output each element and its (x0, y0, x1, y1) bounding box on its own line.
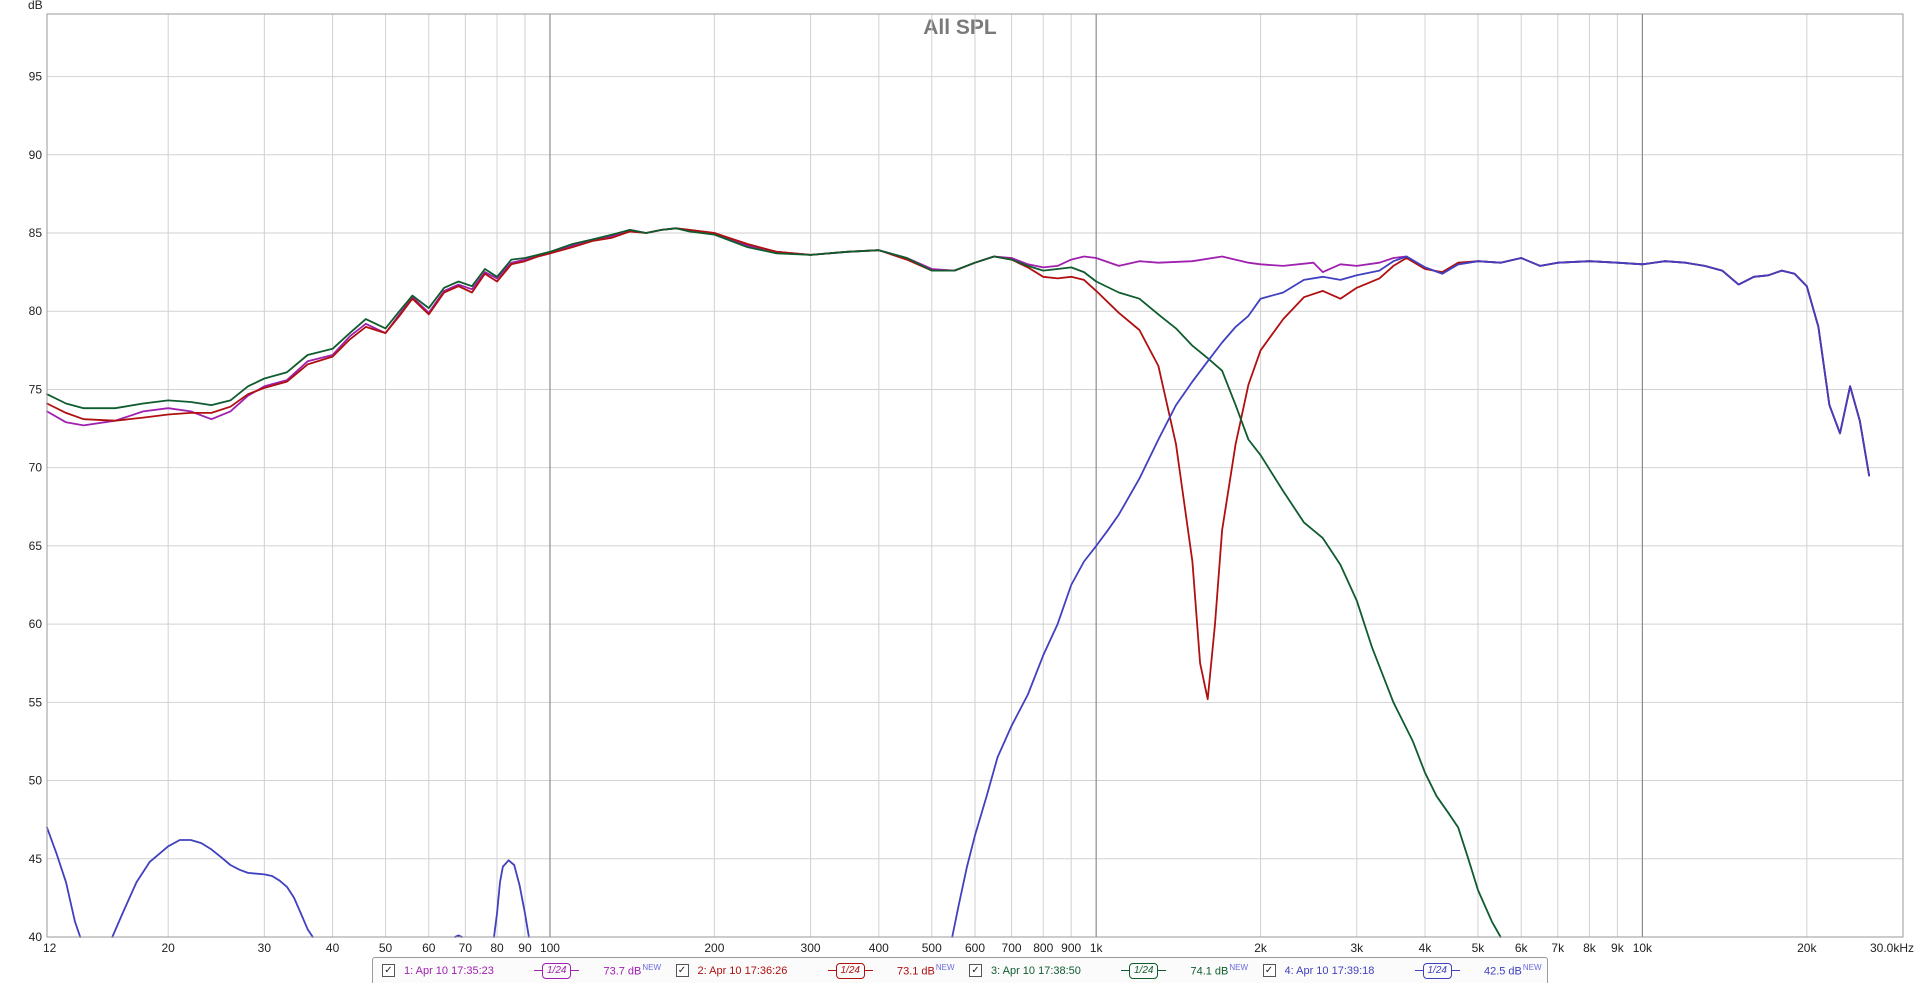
x-tick-label: 900 (1061, 941, 1081, 955)
x-tick-label: 4k (1419, 941, 1433, 955)
series-line-4 (46, 826, 82, 938)
legend-name-3: 3: Apr 10 17:38:50 (991, 964, 1081, 977)
legend-level-value-1: 73.7 dB (603, 965, 642, 978)
legend-level-2: 73.1 dBNEW (897, 963, 955, 978)
y-tick-label: 40 (29, 930, 43, 944)
smoothing-label-4: 1/24 (1422, 962, 1452, 979)
y-tick-label: 85 (29, 226, 43, 240)
smoothing-line-1b (571, 970, 580, 971)
x-tick-label: 5k (1472, 941, 1486, 955)
legend-new-tag-1: NEW (642, 963, 662, 973)
x-tick-label: 12 (43, 941, 57, 955)
x-tick-label: 60 (422, 941, 436, 955)
series-line-4 (493, 859, 530, 938)
x-tick-label: 400 (869, 941, 889, 955)
x-tick-label: 3k (1350, 941, 1364, 955)
smoothing-line-2 (827, 970, 836, 971)
x-tick-label: 20k (1797, 941, 1817, 955)
x-tick-label: 9k (1611, 941, 1625, 955)
y-tick-label: 50 (29, 774, 43, 788)
chart-grid (47, 14, 1903, 938)
smoothing-button-1[interactable]: 1/24 (534, 962, 580, 979)
y-tick-labels: 40 45 50 55 60 65 70 75 80 85 90 95 (29, 70, 43, 944)
y-tick-label: 55 (29, 695, 43, 709)
legend-item-2: ✓ 2: Apr 10 17:36:26 1/24 73.1 dBNEW (667, 958, 961, 983)
legend-level-value-3: 74.1 dB (1190, 965, 1229, 978)
x-tick-label: 1k (1090, 941, 1104, 955)
legend-new-tag-2: NEW (935, 963, 955, 973)
spl-chart[interactable]: All SPL dB 40 45 50 55 60 65 70 75 80 85 90 95 12 20… (0, 0, 1920, 957)
x-tick-label: 70 (459, 941, 473, 955)
x-tick-label: 600 (965, 941, 985, 955)
x-tick-label: 80 (490, 941, 504, 955)
legend-name-2: 2: Apr 10 17:36:26 (697, 964, 788, 977)
y-tick-label: 65 (29, 539, 43, 553)
x-tick-label: 500 (922, 941, 942, 955)
smoothing-label-2: 1/24 (835, 962, 865, 979)
series-curves (46, 227, 1870, 938)
x-tick-label: 30.0kHz (1870, 941, 1914, 955)
smoothing-button-4[interactable]: 1/24 (1414, 962, 1460, 979)
x-tick-label: 6k (1515, 941, 1529, 955)
x-tick-label: 100 (540, 941, 560, 955)
smoothing-line-4 (1414, 970, 1423, 971)
y-tick-label: 95 (29, 70, 43, 84)
series-line-4 (111, 839, 314, 938)
legend-new-tag-4: NEW (1522, 963, 1542, 973)
smoothing-label-3: 1/24 (1129, 962, 1159, 979)
legend-item-4: ✓ 4: Apr 10 17:39:18 1/24 42.5 dBNEW (1254, 958, 1548, 983)
y-tick-label: 75 (29, 382, 43, 396)
series-line-3 (46, 227, 1502, 938)
legend-item-1: ✓ 1: Apr 10 17:35:23 1/24 73.7 dBNEW (373, 958, 667, 983)
legend-level-3: 74.1 dBNEW (1190, 963, 1248, 978)
chart-title: All SPL (923, 16, 997, 39)
smoothing-line-2b (864, 970, 873, 971)
x-tick-label: 90 (518, 941, 532, 955)
legend-level-4: 42.5 dBNEW (1484, 963, 1542, 978)
series-line-2 (46, 227, 1870, 701)
legend-new-tag-3: NEW (1229, 963, 1249, 973)
legend-checkbox-2[interactable]: ✓ (675, 964, 689, 977)
smoothing-button-2[interactable]: 1/24 (827, 962, 873, 979)
x-tick-label: 20 (161, 941, 175, 955)
legend-name-4: 4: Apr 10 17:39:18 (1284, 964, 1375, 977)
legend-checkbox-1[interactable]: ✓ (382, 964, 395, 977)
x-tick-label: 50 (379, 941, 393, 955)
legend-checkbox-3[interactable]: ✓ (969, 964, 982, 977)
smoothing-line-3b (1158, 970, 1167, 971)
x-tick-label: 2k (1254, 941, 1268, 955)
x-tick-label: 7k (1551, 941, 1565, 955)
legend-item-3: ✓ 3: Apr 10 17:38:50 1/24 74.1 dBNEW (960, 958, 1254, 983)
legend-checkbox-4[interactable]: ✓ (1262, 964, 1276, 977)
x-tick-label: 8k (1583, 941, 1597, 955)
x-tick-label: 300 (801, 941, 821, 955)
x-tick-labels: 12 20 30 40 50 60 70 80 90 100 200 300 400 500 600 700 8… (43, 941, 1914, 955)
legend-level-1: 73.7 dBNEW (603, 963, 661, 978)
y-tick-label: 70 (29, 461, 43, 475)
x-tick-label: 10k (1633, 941, 1653, 955)
y-tick-label: 60 (29, 617, 43, 631)
y-tick-label: 45 (29, 852, 43, 866)
legend-level-value-2: 73.1 dB (896, 965, 935, 978)
y-axis-label: dB (28, 0, 43, 12)
smoothing-label-1: 1/24 (542, 962, 572, 979)
smoothing-line-3 (1121, 970, 1129, 971)
smoothing-line-4b (1451, 970, 1460, 971)
legend-level-value-4: 42.5 dB (1483, 965, 1522, 978)
series-line-4 (951, 255, 1870, 938)
x-tick-label: 200 (704, 941, 724, 955)
x-tick-label: 40 (326, 941, 340, 955)
y-tick-label: 90 (29, 148, 43, 162)
smoothing-button-3[interactable]: 1/24 (1121, 962, 1167, 979)
x-tick-label: 30 (258, 941, 272, 955)
smoothing-line-1 (534, 970, 542, 971)
legend-bar: ✓ 1: Apr 10 17:35:23 1/24 73.7 dBNEW ✓ 2… (372, 957, 1548, 983)
y-tick-label: 80 (29, 304, 43, 318)
x-tick-label: 700 (1002, 941, 1022, 955)
legend-name-1: 1: Apr 10 17:35:23 (404, 964, 494, 977)
x-tick-label: 800 (1033, 941, 1053, 955)
